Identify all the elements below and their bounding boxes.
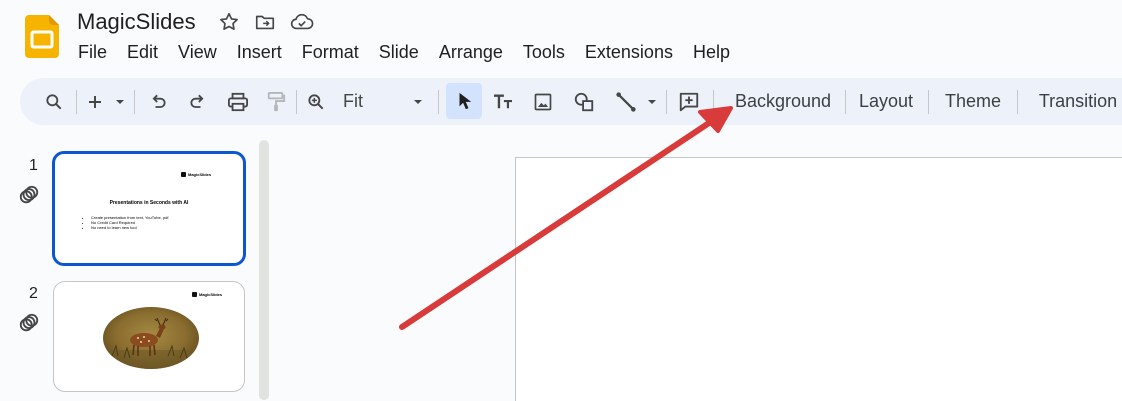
print-icon: [228, 92, 248, 111]
new-slide-layout-dropdown[interactable]: [112, 78, 128, 125]
slide-thumbnail-1[interactable]: MagicSlides Presentations in Seconds wit…: [52, 151, 246, 266]
menu-edit[interactable]: Edit: [117, 40, 168, 65]
paint-format-button[interactable]: [264, 78, 288, 125]
star-icon[interactable]: [218, 11, 240, 33]
shape-icon: [574, 92, 594, 111]
new-slide-button[interactable]: [84, 78, 106, 125]
paint-format-icon: [267, 91, 286, 111]
toolbar: Background Layout Theme Transition: [20, 78, 1122, 125]
zoom-icon: [308, 93, 324, 109]
text-box-button[interactable]: [490, 78, 516, 125]
shape-button[interactable]: [571, 78, 597, 125]
line-icon: [616, 91, 636, 112]
menu-slide[interactable]: Slide: [369, 40, 429, 65]
select-tool-button[interactable]: [446, 83, 482, 119]
print-button[interactable]: [226, 78, 250, 125]
thumbnail-title: Presentations in Seconds with AI: [109, 200, 189, 206]
text-box-icon: [494, 94, 512, 108]
thumbnail-bullets: Create presentation from text, YouTube, …: [85, 215, 168, 230]
menu-arrange[interactable]: Arrange: [429, 40, 513, 65]
toolbar-divider: [134, 90, 135, 114]
search-menus-button[interactable]: [40, 78, 68, 125]
slide-canvas[interactable]: [515, 157, 1122, 401]
redo-button[interactable]: [186, 78, 210, 125]
menu-extensions[interactable]: Extensions: [575, 40, 683, 65]
menu-bar: File Edit View Insert Format Slide Arran…: [68, 40, 740, 65]
undo-button[interactable]: [146, 78, 170, 125]
slide-number: 1: [29, 157, 38, 174]
slide-thumbnail-2[interactable]: MagicSlides: [53, 281, 245, 392]
menu-help[interactable]: Help: [683, 40, 740, 65]
menu-insert[interactable]: Insert: [227, 40, 292, 65]
deer-photo-image: [103, 307, 199, 369]
toolbar-divider: [845, 90, 846, 114]
menu-file[interactable]: File: [68, 40, 117, 65]
dropdown-icon: [414, 99, 422, 104]
undo-icon: [152, 94, 166, 108]
filmstrip-scrollbar[interactable]: [259, 140, 269, 400]
slides-logo-icon: [25, 15, 59, 58]
zoom-level[interactable]: Fit: [343, 91, 363, 112]
theme-button[interactable]: Theme: [936, 78, 1010, 125]
select-cursor-icon: [459, 92, 472, 110]
transition-button[interactable]: Transition: [1026, 78, 1122, 125]
thumbnail-logo: MagicSlides: [181, 172, 211, 177]
toolbar-divider: [438, 90, 439, 114]
new-slide-plus-icon: [89, 95, 101, 108]
layout-button[interactable]: Layout: [852, 78, 920, 125]
toolbar-divider: [1017, 90, 1018, 114]
dropdown-icon: [648, 99, 656, 104]
move-to-folder-icon[interactable]: [254, 11, 276, 33]
toolbar-divider: [666, 90, 667, 114]
toolbar-divider: [296, 90, 297, 114]
transition-indicator-icon: [19, 313, 39, 332]
thumbnail-logo: MagicSlides: [192, 292, 222, 297]
menu-tools[interactable]: Tools: [513, 40, 575, 65]
comment-icon: [679, 92, 699, 111]
transition-indicator-icon: [19, 185, 39, 204]
menu-format[interactable]: Format: [292, 40, 369, 65]
image-icon: [534, 93, 552, 110]
toolbar-divider: [76, 90, 77, 114]
zoom-dropdown[interactable]: [408, 78, 428, 125]
thumbnail-bullet: No need to learn new tool: [91, 225, 168, 230]
insert-comment-button[interactable]: [676, 78, 702, 125]
menu-view[interactable]: View: [168, 40, 227, 65]
zoom-button[interactable]: [304, 78, 328, 125]
line-button[interactable]: [614, 78, 638, 125]
slide-number: 2: [29, 285, 38, 302]
redo-icon: [190, 94, 204, 108]
search-icon: [46, 93, 62, 109]
title-actions: [218, 11, 314, 33]
toolbar-divider: [928, 90, 929, 114]
toolbar-divider: [713, 90, 714, 114]
dropdown-icon: [116, 99, 124, 104]
document-title[interactable]: MagicSlides: [77, 9, 196, 35]
background-button[interactable]: Background: [724, 78, 842, 125]
insert-image-button[interactable]: [531, 78, 555, 125]
cloud-saved-icon[interactable]: [290, 11, 314, 33]
line-type-dropdown[interactable]: [644, 78, 660, 125]
